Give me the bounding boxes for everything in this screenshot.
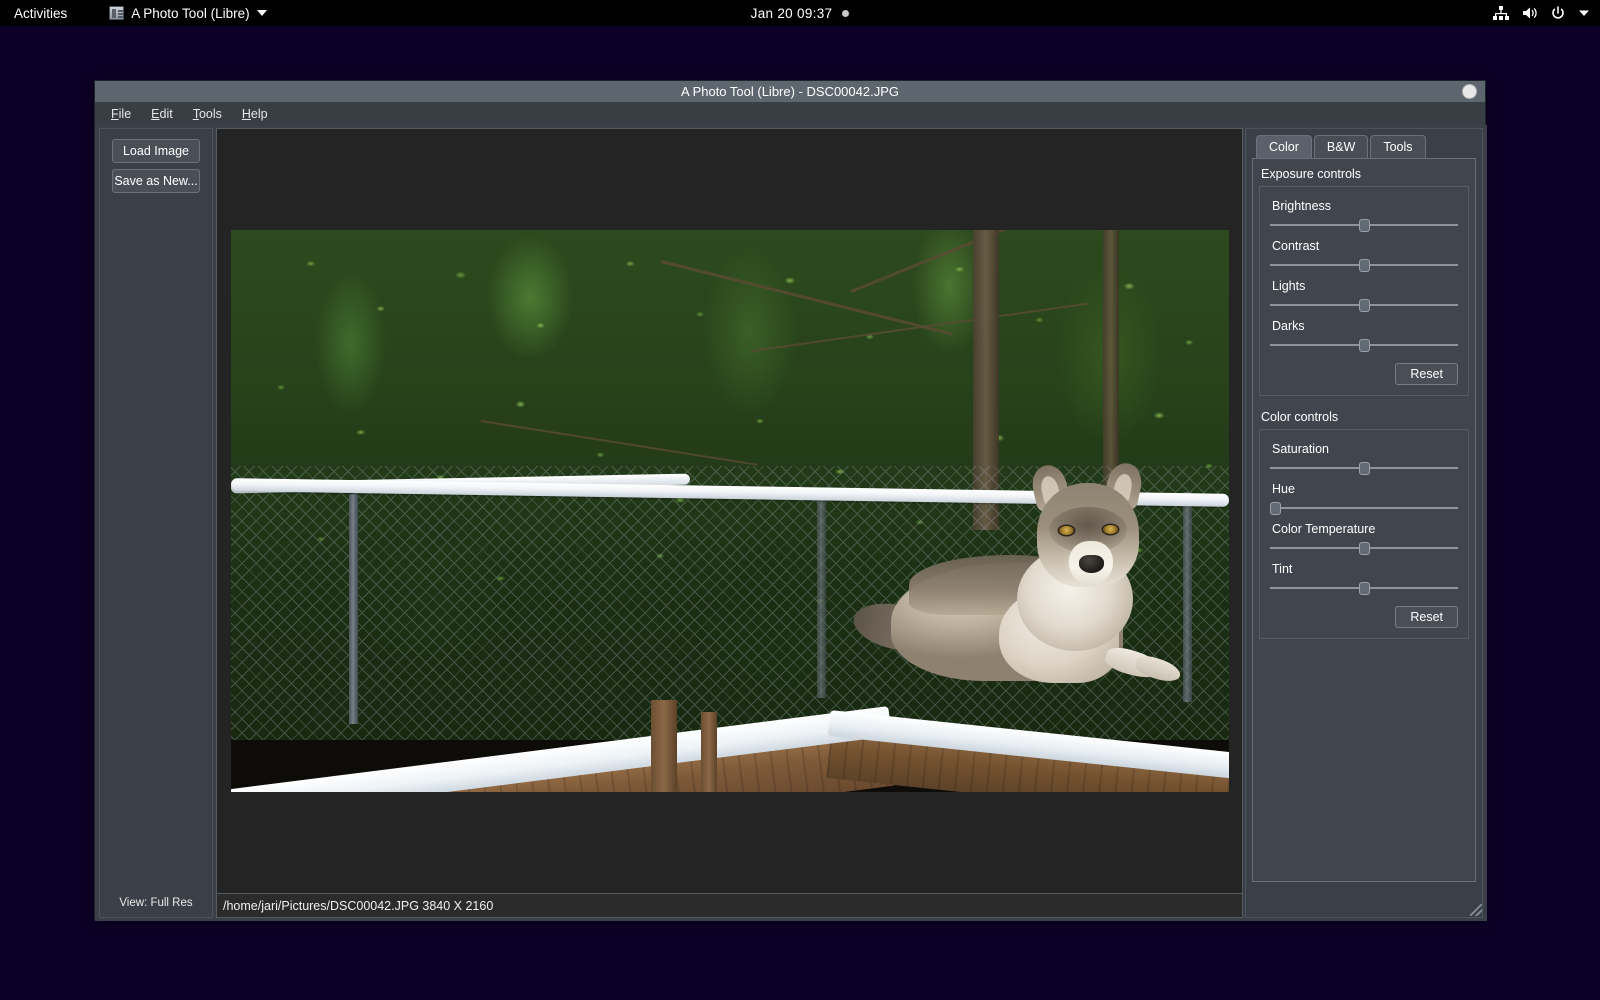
file-path-and-dimensions: /home/jari/Pictures/DSC00042.JPG 3840 X …: [223, 898, 494, 913]
app-menu-label: A Photo Tool (Libre): [131, 5, 250, 21]
status-bar: /home/jari/Pictures/DSC00042.JPG 3840 X …: [216, 894, 1243, 918]
activities-button[interactable]: Activities: [0, 0, 81, 26]
exposure-reset-button[interactable]: Reset: [1395, 363, 1458, 385]
tint-label: Tint: [1272, 562, 1293, 576]
color-controls-title: Color controls: [1261, 410, 1339, 424]
chevron-down-icon[interactable]: [1578, 8, 1590, 18]
system-tray[interactable]: [1493, 0, 1590, 26]
notification-dot-icon: [842, 9, 850, 17]
wolf-nose: [1078, 555, 1104, 573]
network-icon[interactable]: [1493, 6, 1509, 20]
center-area: /home/jari/Pictures/DSC00042.JPG 3840 X …: [216, 128, 1243, 918]
gnome-top-bar: Activities A Photo Tool (Libre) Jan 20 0…: [0, 0, 1600, 26]
roof-support-post: [650, 700, 677, 792]
hue-label: Hue: [1272, 482, 1295, 496]
power-icon[interactable]: [1551, 6, 1565, 20]
shelter-roof: [230, 637, 1229, 792]
menu-help[interactable]: Help: [234, 105, 276, 123]
view-mode-label: View: Full Res: [119, 897, 193, 909]
volume-icon[interactable]: [1522, 6, 1538, 20]
window-titlebar[interactable]: A Photo Tool (Libre) - DSC00042.JPG: [95, 81, 1485, 103]
lights-slider[interactable]: [1270, 297, 1458, 313]
brightness-label: Brightness: [1272, 199, 1332, 213]
clock-label: Jan 20 09:37: [750, 5, 833, 21]
tab-color[interactable]: Color: [1256, 135, 1312, 158]
clock-button[interactable]: Jan 20 09:37: [700, 6, 900, 21]
color-temperature-label: Color Temperature: [1272, 522, 1376, 536]
menu-tools[interactable]: Tools: [185, 105, 230, 123]
window-title: A Photo Tool (Libre) - DSC00042.JPG: [681, 84, 899, 99]
menu-file[interactable]: File: [103, 105, 139, 123]
app-menu-button[interactable]: A Photo Tool (Libre): [109, 0, 267, 26]
lights-label: Lights: [1272, 279, 1306, 293]
tree-trunk: [1102, 230, 1119, 490]
photo-tool-window: A Photo Tool (Libre) - DSC00042.JPG File…: [94, 80, 1487, 921]
contrast-slider[interactable]: [1270, 257, 1458, 273]
exposure-controls-group: Brightness Contrast Lights Darks Reset: [1259, 186, 1469, 396]
window-body: Load Image Save as New... View: Full Res: [95, 125, 1487, 921]
color-reset-button[interactable]: Reset: [1395, 606, 1458, 628]
hue-slider[interactable]: [1270, 500, 1458, 516]
image-canvas[interactable]: [216, 128, 1243, 894]
color-tab-panel: Exposure controls Brightness Contrast Li…: [1252, 158, 1476, 882]
contrast-label: Contrast: [1272, 239, 1320, 253]
menu-bar: File Edit Tools Help: [95, 103, 1485, 125]
photo-tool-app-icon: [109, 6, 125, 20]
wolf-eye-left: [1058, 526, 1074, 535]
darks-slider[interactable]: [1270, 337, 1458, 353]
resize-grip[interactable]: [1470, 904, 1482, 916]
photo-preview: [230, 230, 1229, 792]
tab-bw[interactable]: B&W: [1313, 135, 1369, 158]
activities-label: Activities: [14, 5, 68, 21]
close-icon[interactable]: [1462, 84, 1477, 99]
adjustments-panel: Color B&W Tools Exposure controls Bright…: [1245, 128, 1483, 918]
color-temperature-slider[interactable]: [1270, 540, 1458, 556]
left-tool-panel: Load Image Save as New... View: Full Res: [99, 128, 213, 918]
menu-edit[interactable]: Edit: [143, 105, 181, 123]
load-image-button[interactable]: Load Image: [112, 139, 200, 163]
darks-label: Darks: [1272, 319, 1305, 333]
brightness-slider[interactable]: [1270, 217, 1458, 233]
wolf-eye-right: [1102, 525, 1118, 534]
roof-support-post: [700, 712, 717, 792]
tint-slider[interactable]: [1270, 580, 1458, 596]
exposure-controls-title: Exposure controls: [1261, 167, 1362, 181]
panel-tabs: Color B&W Tools: [1252, 135, 1476, 158]
saturation-slider[interactable]: [1270, 460, 1458, 476]
saturation-label: Saturation: [1272, 442, 1329, 456]
color-controls-group: Saturation Hue Color Temperature Tint Re…: [1259, 429, 1469, 639]
chevron-down-icon: [256, 10, 267, 16]
tab-tools[interactable]: Tools: [1370, 135, 1426, 158]
save-as-new-button[interactable]: Save as New...: [112, 169, 200, 193]
